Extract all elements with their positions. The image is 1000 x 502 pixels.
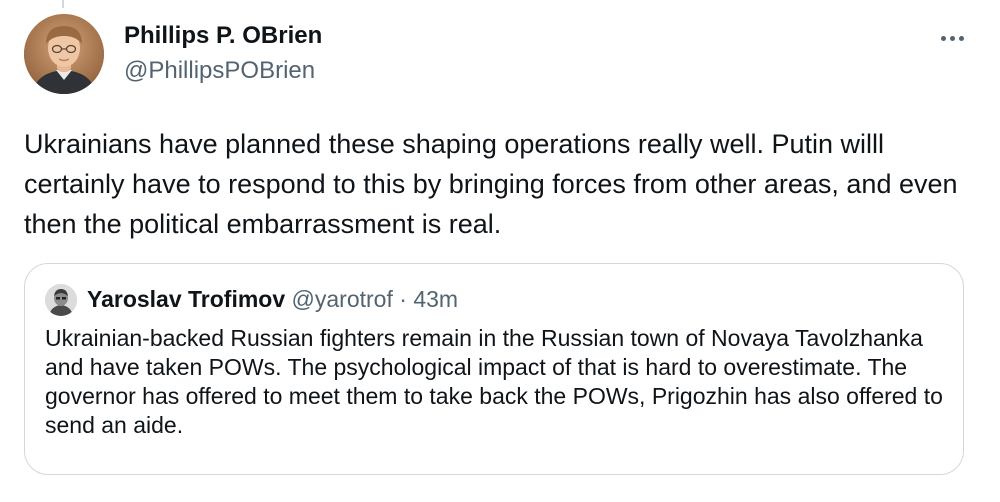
quoted-tweet-header: Yaroslav Trofimov @yarotrof · 43m	[87, 286, 458, 313]
quoted-tweet-card[interactable]: Yaroslav Trofimov @yarotrof · 43m Ukrain…	[24, 263, 964, 475]
more-options-button[interactable]	[932, 24, 972, 52]
author-handle[interactable]: @PhillipsPOBrien	[124, 57, 315, 85]
quoted-author-handle[interactable]: @yarotrof	[292, 286, 393, 312]
quoted-tweet-text: Ukrainian-backed Russian fighters remain…	[45, 325, 943, 438]
quoted-tweet-time[interactable]: 43m	[413, 286, 458, 312]
author-name[interactable]: Phillips P. OBrien	[124, 22, 322, 50]
more-horizontal-icon	[940, 35, 946, 41]
author-avatar-image	[24, 14, 104, 94]
thread-connector-line	[62, 0, 64, 8]
quoted-author-avatar-image	[45, 284, 77, 316]
tweet-text: Ukrainians have planned these shaping op…	[24, 129, 958, 239]
author-avatar[interactable]	[24, 14, 104, 94]
more-horizontal-icon-dot	[949, 35, 955, 41]
more-horizontal-icon-dot	[958, 35, 964, 41]
quoted-author-avatar[interactable]	[45, 284, 77, 316]
quoted-author-name[interactable]: Yaroslav Trofimov	[87, 286, 285, 312]
quoted-meta-separator: ·	[392, 286, 414, 312]
